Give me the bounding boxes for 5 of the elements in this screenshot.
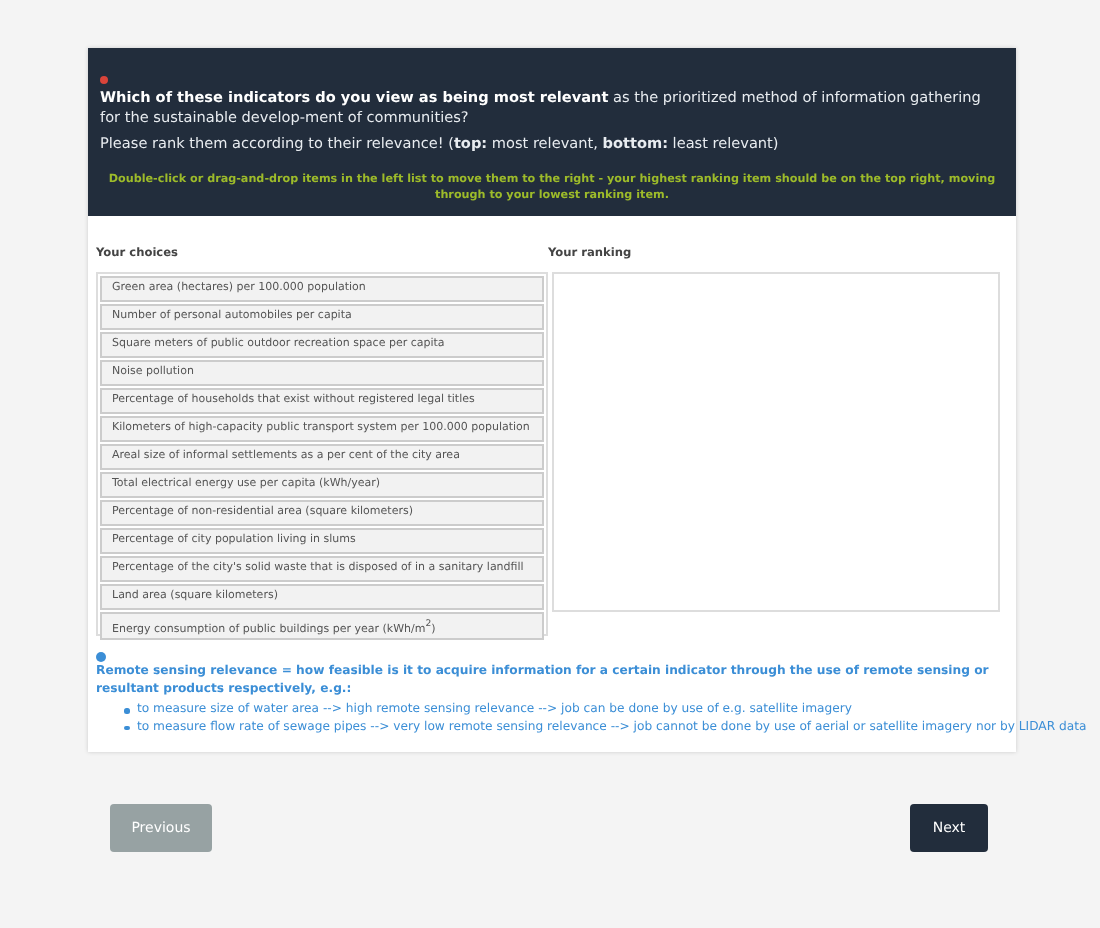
- bullet-icon: [124, 725, 129, 730]
- required-icon: [100, 76, 108, 84]
- bullet-icon: [124, 708, 129, 713]
- ranking-list[interactable]: [552, 272, 1000, 612]
- info-icon: [96, 652, 106, 662]
